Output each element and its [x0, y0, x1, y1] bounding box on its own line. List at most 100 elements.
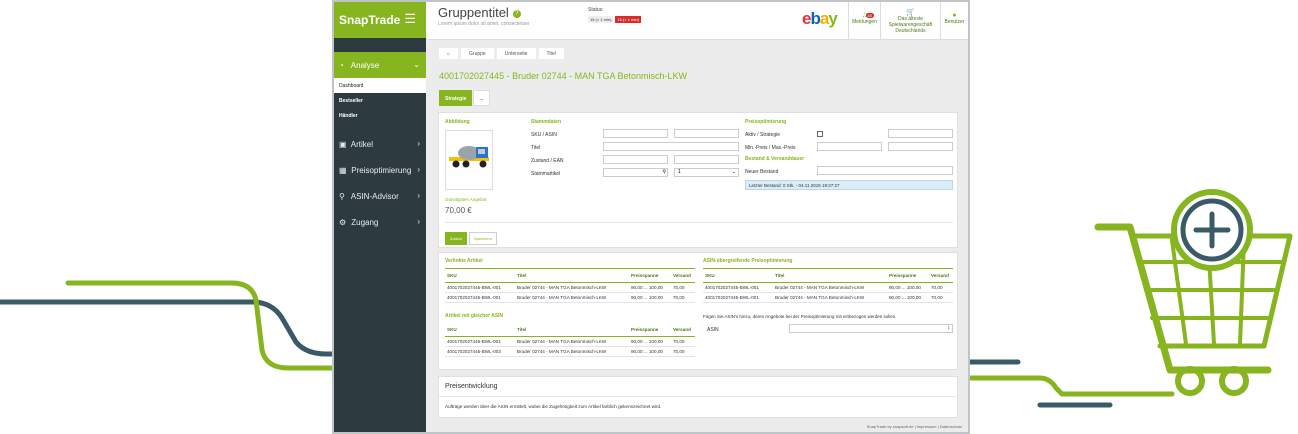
group-title: Gruppentitel?	[438, 5, 521, 20]
same-asin-heading: Artikel mit gleicher ASIN	[445, 313, 504, 319]
notification-count: 40	[865, 13, 874, 18]
asin-cross-table: SKU Titel Preisspanne Versand 4001702027445…	[703, 270, 953, 303]
ebay-logo: ebay	[802, 9, 838, 28]
stock-heading: Bestand & Versanddauer	[745, 156, 805, 162]
sidebar-item-zugang[interactable]: ⚙ Zugang ›	[334, 209, 426, 235]
asin-input[interactable]	[674, 129, 739, 138]
table-row[interactable]: 4001702027445-BWL-001 Bruder 02744 - MAN …	[703, 282, 953, 293]
field-label-sku: SKU / ASIN	[531, 132, 557, 138]
sidebar-item-label: ASIN-Advisor	[350, 192, 399, 201]
menu-toggle-icon[interactable]: ☰	[404, 11, 416, 27]
min-price-input[interactable]	[817, 142, 882, 151]
table-row[interactable]: 4001702027445-BWL-001 Bruder 02744 - MAN …	[445, 282, 695, 293]
table-row[interactable]: 4001702027445-BWL-001 Bruder 02744 - MAN …	[445, 336, 695, 347]
cheapest-price: 70,00 €	[445, 206, 472, 215]
field-label-condition: Zustand / EAN	[531, 158, 564, 164]
sidebar-item-label: Zugang	[351, 218, 379, 227]
shop-button[interactable]: 🛒 Das älteste Spielwarengeschäft Deutsch…	[880, 2, 940, 40]
product-image	[445, 130, 493, 190]
sidebar-item-artikel[interactable]: ▣ Artikel ›	[334, 131, 426, 157]
ean-input[interactable]	[674, 155, 739, 164]
status-label: Status:	[588, 7, 604, 13]
table-row[interactable]: 4001702027445-BWL-003 Bruder 02744 - MAN …	[445, 346, 695, 357]
cubes-icon: ▦	[339, 166, 347, 175]
detail-panel: Abbildung Günstigstes Angebot 70,00 € St…	[438, 112, 958, 248]
page-title: 4001702027445 - Bruder 02744 - MAN TGA B…	[439, 71, 687, 81]
table-row[interactable]: 4001702027445-BWL-001 Bruder 02744 - MAN …	[703, 292, 953, 303]
deco-line-blue-left	[0, 299, 339, 357]
user-button[interactable]: ● Benutzer	[940, 2, 968, 40]
asin-cross-note: Fügen Sie ASIN's hinzu, deren Angebote b…	[703, 314, 897, 319]
search-icon[interactable]: ⚲	[662, 169, 666, 175]
table-row[interactable]: 4001702027445-BWL-001 Bruder 02744 - MAN …	[445, 292, 695, 303]
truck-image	[449, 146, 489, 168]
sort-icon: ↕	[947, 325, 951, 331]
same-asin-table: SKU Titel Preisspanne Versand 4001702027445…	[445, 324, 695, 357]
sidebar-item-asin-advisor[interactable]: ⚲ ASIN-Advisor ›	[334, 183, 426, 209]
asin-label: ASIN	[707, 327, 719, 333]
sidebar-subitem-dashboard[interactable]: Dashboard	[334, 78, 426, 93]
breadcrumb-home-icon[interactable]: ⌂	[439, 48, 459, 59]
new-stock-input[interactable]	[817, 166, 953, 175]
chevron-right-icon: ›	[417, 217, 420, 226]
brand-name: SnapTrade	[339, 13, 401, 27]
heading-rule	[445, 268, 695, 269]
master-data-heading: Stammdaten	[531, 119, 562, 125]
articles-panel: Verlinkte Artikel SKU Titel Preisspanne Ver…	[438, 252, 958, 370]
tab-bar: Strategie ...	[439, 90, 491, 106]
main-content: ⌂ Gruppe Unterseite Titel 4001702027445 …	[426, 40, 968, 432]
divider	[445, 222, 953, 223]
brand-bar: SnapTrade ☰	[334, 2, 426, 38]
field-label-active: Aktiv / Strategie	[745, 132, 781, 138]
chevron-right-icon: ›	[417, 191, 420, 200]
bell-icon: ♫	[861, 12, 868, 19]
table-header-row: SKU Titel Preisspanne Versand	[703, 270, 953, 283]
search-plus-icon: ⚲	[339, 192, 345, 201]
title-input[interactable]	[603, 142, 739, 151]
asin-cross-heading: ASIN-übergreifende Preisoptimierung	[703, 258, 793, 264]
help-icon[interactable]: ?	[512, 9, 521, 18]
deco-line-green-left	[65, 280, 339, 371]
sidebar-subitem-bestseller[interactable]: Bestseller	[334, 93, 426, 108]
linked-heading: Verlinkte Artikel	[445, 258, 483, 264]
tab-strategie[interactable]: Strategie	[439, 90, 473, 106]
chevron-down-icon: ⌄	[731, 169, 736, 175]
master-article-input[interactable]: ⚲	[603, 168, 668, 177]
master-article-select[interactable]: 1 ⌄	[674, 168, 739, 177]
top-bar: Gruppentitel? Lorem ipsum dolor sit amet…	[426, 2, 968, 40]
active-checkbox[interactable]	[817, 131, 823, 137]
sidebar-item-preisoptimierung[interactable]: ▦ Preisoptimierung ›	[334, 157, 426, 183]
back-button[interactable]: Zurück	[445, 232, 468, 245]
submenu-analyse-more: Bestseller Händler	[334, 93, 426, 123]
sidebar-subitem-haendler[interactable]: Händler	[334, 108, 426, 123]
notifications-button[interactable]: ♫ 40 Meldungen	[848, 2, 880, 40]
shop-line-3: Deutschlands	[895, 28, 926, 34]
breadcrumb-item[interactable]: Unterseite	[496, 48, 536, 59]
heading-rule	[703, 268, 953, 269]
field-label-title: Titel	[531, 145, 541, 151]
condition-input[interactable]	[603, 155, 668, 164]
briefcase-icon: ▣	[339, 140, 347, 149]
shopping-cart-icon	[1094, 189, 1293, 396]
last-stock-info: Letzter Bestand: 0 Stk. - 04.11.2015 19:…	[745, 180, 953, 190]
deco-line-green-right	[965, 375, 1175, 397]
field-label-stock: Neuer Bestand	[745, 169, 779, 175]
tab-more[interactable]: ...	[473, 90, 490, 106]
breadcrumb-item[interactable]: Titel	[538, 48, 564, 59]
user-icon: ●	[952, 12, 957, 19]
table-header-row: SKU Titel Preisspanne Versand	[445, 270, 695, 283]
chevron-right-icon: ›	[417, 139, 420, 148]
chevron-right-icon: ›	[417, 165, 420, 174]
strategy-input[interactable]	[888, 129, 953, 138]
status-badge-fast: 15 (< 1 min)	[615, 16, 641, 23]
price-dev-heading: Preisentwicklung	[445, 383, 498, 390]
image-heading: Abbildung	[445, 119, 470, 125]
save-button[interactable]: Speichern	[469, 232, 498, 245]
user-label: Benutzer	[944, 19, 965, 25]
breadcrumb-item[interactable]: Gruppe	[461, 48, 494, 59]
sidebar-item-analyse[interactable]: ◔ Analyse ⌄	[334, 52, 426, 78]
max-price-input[interactable]	[888, 142, 953, 151]
asin-add-input[interactable]: ↕	[789, 324, 953, 333]
sku-input[interactable]	[603, 129, 668, 138]
price-dev-panel: Preisentwicklung Aufträge werden über di…	[438, 376, 959, 418]
